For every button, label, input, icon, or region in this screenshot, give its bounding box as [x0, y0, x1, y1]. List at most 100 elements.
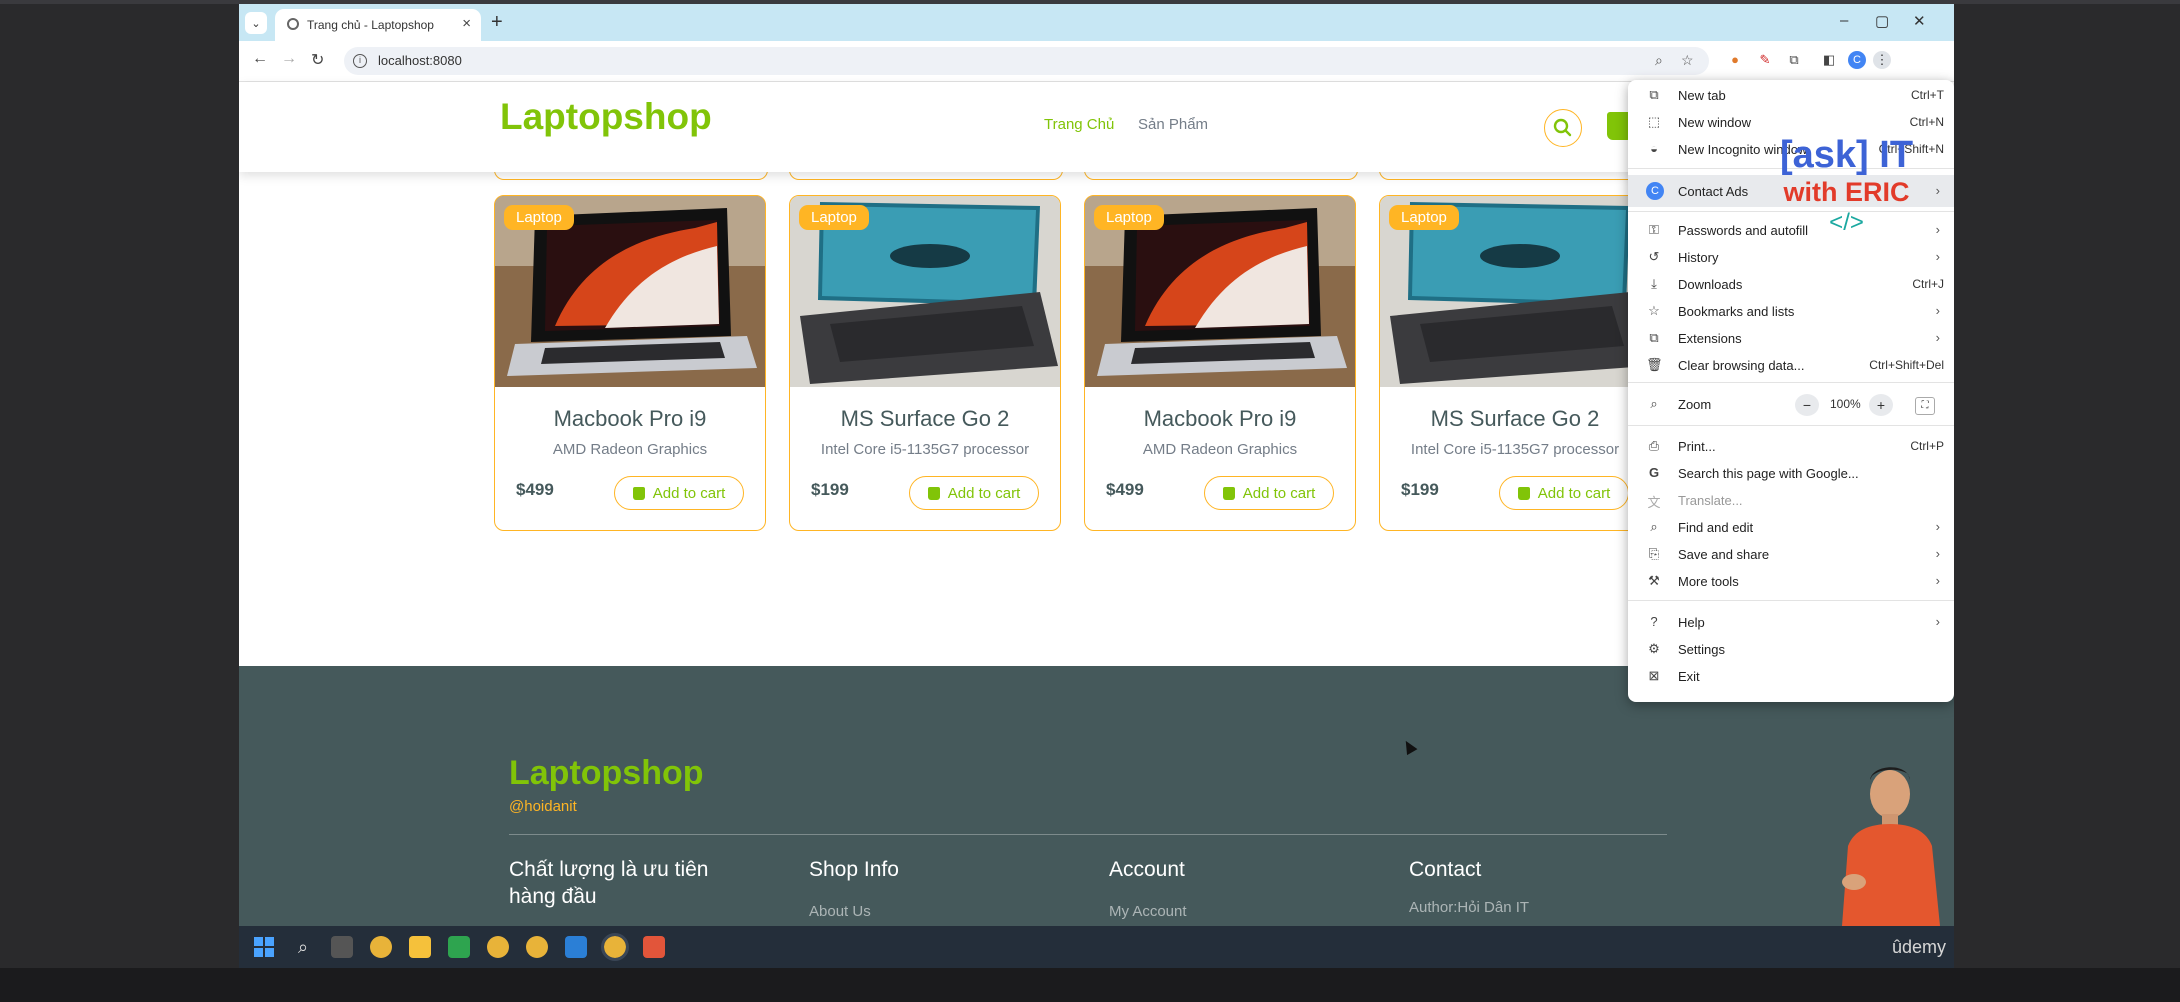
tab-title: Trang chủ - Laptopshop [307, 18, 434, 32]
menu-separator [1628, 425, 1954, 426]
menu-shortcut: Ctrl+J [1912, 277, 1944, 291]
address-bar[interactable]: i localhost:8080 ⌕ ☆ [344, 47, 1709, 75]
footer-logo[interactable]: Laptopshop [509, 754, 704, 793]
category-badge: Laptop [1389, 205, 1459, 230]
maximize-button[interactable]: ▢ [1875, 12, 1889, 30]
menu-label: Extensions [1678, 331, 1742, 346]
nav-home[interactable]: Trang Chủ [1044, 116, 1114, 133]
menu-item-new-window[interactable]: ⬚ New window Ctrl+N [1628, 109, 1954, 136]
puzzle-icon[interactable]: ⧉ [1785, 51, 1803, 69]
minimize-button[interactable]: – [1840, 12, 1848, 29]
extension-icon[interactable]: ● [1726, 51, 1744, 69]
chevron-right-icon: › [1935, 330, 1940, 345]
zoom-in-button[interactable]: + [1869, 394, 1893, 416]
forward-arrow-icon[interactable]: → [281, 50, 297, 68]
menu-item-find-and-edit[interactable]: ⌕ Find and edit › [1628, 514, 1954, 541]
windows-start-icon[interactable] [253, 936, 275, 958]
vscode-icon[interactable] [565, 936, 587, 958]
site-info-icon[interactable]: i [353, 54, 367, 68]
google-icon: G [1648, 465, 1660, 480]
menu-shortcut: Ctrl+N [1909, 115, 1944, 129]
footer-contact-author: Author:Hỏi Dân IT [1409, 899, 1530, 916]
product-name[interactable]: Macbook Pro i9 [1085, 406, 1355, 432]
menu-label: Downloads [1678, 277, 1743, 292]
chrome-icon[interactable] [526, 936, 548, 958]
chrome-icon[interactable] [487, 936, 509, 958]
menu-item-bookmarks[interactable]: ☆ Bookmarks and lists › [1628, 298, 1954, 325]
footer-link-about-us[interactable]: About Us [809, 903, 871, 920]
menu-label: Clear browsing data... [1678, 358, 1805, 373]
taskbar-search-icon[interactable]: ⌕ [292, 936, 314, 958]
zoom-lens-icon[interactable]: ⌕ [1655, 52, 1663, 69]
new-tab-icon: ⧉ [1649, 87, 1659, 102]
nav-products[interactable]: Sản Phẩm [1138, 116, 1208, 133]
kebab-menu-icon[interactable]: ⋮ [1873, 51, 1891, 69]
product-name[interactable]: MS Surface Go 2 [790, 406, 1060, 432]
bookmark-star-icon[interactable]: ☆ [1681, 52, 1694, 69]
add-to-cart-button[interactable]: Add to cart [1499, 476, 1629, 510]
save-icon: ⎘ [1648, 546, 1660, 561]
menu-item-exit[interactable]: ⊠ Exit [1628, 663, 1954, 690]
menu-item-print[interactable]: ⎙ Print... Ctrl+P [1628, 433, 1954, 460]
tab-search-button[interactable]: ⌄ [245, 12, 267, 34]
footer-link-my-account[interactable]: My Account [1109, 903, 1187, 920]
zoom-icon: ⌕ [1650, 396, 1658, 411]
url-text: localhost:8080 [378, 53, 462, 68]
product-description: AMD Radeon Graphics [1142, 441, 1298, 458]
menu-shortcut: Ctrl+P [1910, 439, 1944, 453]
chrome-icon[interactable] [601, 933, 629, 961]
menu-label: Exit [1678, 669, 1700, 684]
zoom-out-button[interactable]: − [1795, 394, 1819, 416]
reload-icon[interactable]: ↻ [311, 50, 324, 70]
new-window-icon: ⬚ [1647, 114, 1661, 129]
product-card: Laptop Macbook Pro i9 AMD Radeon Graphic… [494, 195, 766, 531]
product-price: $199 [811, 480, 849, 499]
category-badge: Laptop [504, 205, 574, 230]
close-tab-icon[interactable]: × [462, 15, 471, 32]
new-tab-button[interactable]: + [491, 11, 503, 34]
chrome-icon[interactable] [370, 936, 392, 958]
back-arrow-icon[interactable]: ← [252, 50, 268, 68]
search-button[interactable] [1544, 109, 1582, 147]
footer-divider [509, 834, 1667, 835]
add-to-cart-button[interactable]: Add to cart [909, 476, 1039, 510]
footer-heading-shop-info: Shop Info [809, 858, 899, 881]
add-to-cart-button[interactable]: Add to cart [1204, 476, 1334, 510]
menu-item-settings[interactable]: ⚙ Settings [1628, 636, 1954, 663]
menu-item-search-with-google[interactable]: G Search this page with Google... [1628, 460, 1954, 487]
pen-extension-icon[interactable]: ✎ [1756, 51, 1774, 69]
menu-item-clear-browsing-data[interactable]: 🗑 Clear browsing data... Ctrl+Shift+Del [1628, 352, 1954, 379]
add-to-cart-button[interactable]: Add to cart [614, 476, 744, 510]
product-price: $199 [1401, 480, 1439, 499]
menu-label: Find and edit [1678, 520, 1754, 535]
app-icon[interactable] [643, 936, 665, 958]
shopping-bag-icon [1222, 486, 1235, 500]
menu-item-help[interactable]: ? Help › [1628, 609, 1954, 636]
active-tab[interactable]: Trang chủ - Laptopshop × [275, 9, 481, 41]
menu-item-new-tab[interactable]: ⧉ New tab Ctrl+T [1628, 82, 1954, 109]
menu-item-downloads[interactable]: ⤓ Downloads Ctrl+J [1628, 271, 1954, 298]
file-explorer-icon[interactable] [409, 936, 431, 958]
side-panel-icon[interactable]: ◧ [1820, 51, 1838, 69]
product-card: Laptop MS Surface Go 2 Intel Core i5-113… [789, 195, 1061, 531]
product-name[interactable]: MS Surface Go 2 [1380, 406, 1650, 432]
menu-item-more-tools[interactable]: ⚒ More tools › [1628, 568, 1954, 595]
video-bottom-bar [0, 968, 2180, 1002]
fullscreen-icon[interactable]: ⛶ [1915, 397, 1935, 415]
chevron-right-icon: › [1935, 546, 1940, 561]
site-logo[interactable]: Laptopshop [500, 96, 712, 138]
product-price: $499 [1106, 480, 1144, 499]
browser-tab-bar: ⌄ Trang chủ - Laptopshop × + – ▢ ✕ [239, 4, 1954, 41]
profile-avatar: C [1646, 182, 1664, 200]
product-name[interactable]: Macbook Pro i9 [495, 406, 765, 432]
profile-avatar[interactable]: C [1848, 51, 1866, 69]
task-view-icon[interactable] [331, 936, 353, 958]
menu-label: Help [1678, 615, 1705, 630]
close-window-button[interactable]: ✕ [1913, 12, 1926, 30]
menu-item-extensions[interactable]: ⧉ Extensions › [1628, 325, 1954, 352]
menu-item-save-and-share[interactable]: ⎘ Save and share › [1628, 541, 1954, 568]
zoom-value: 100% [1830, 397, 1861, 411]
product-price: $499 [516, 480, 554, 499]
app-icon[interactable] [448, 936, 470, 958]
menu-item-history[interactable]: ↺ History › [1628, 244, 1954, 271]
